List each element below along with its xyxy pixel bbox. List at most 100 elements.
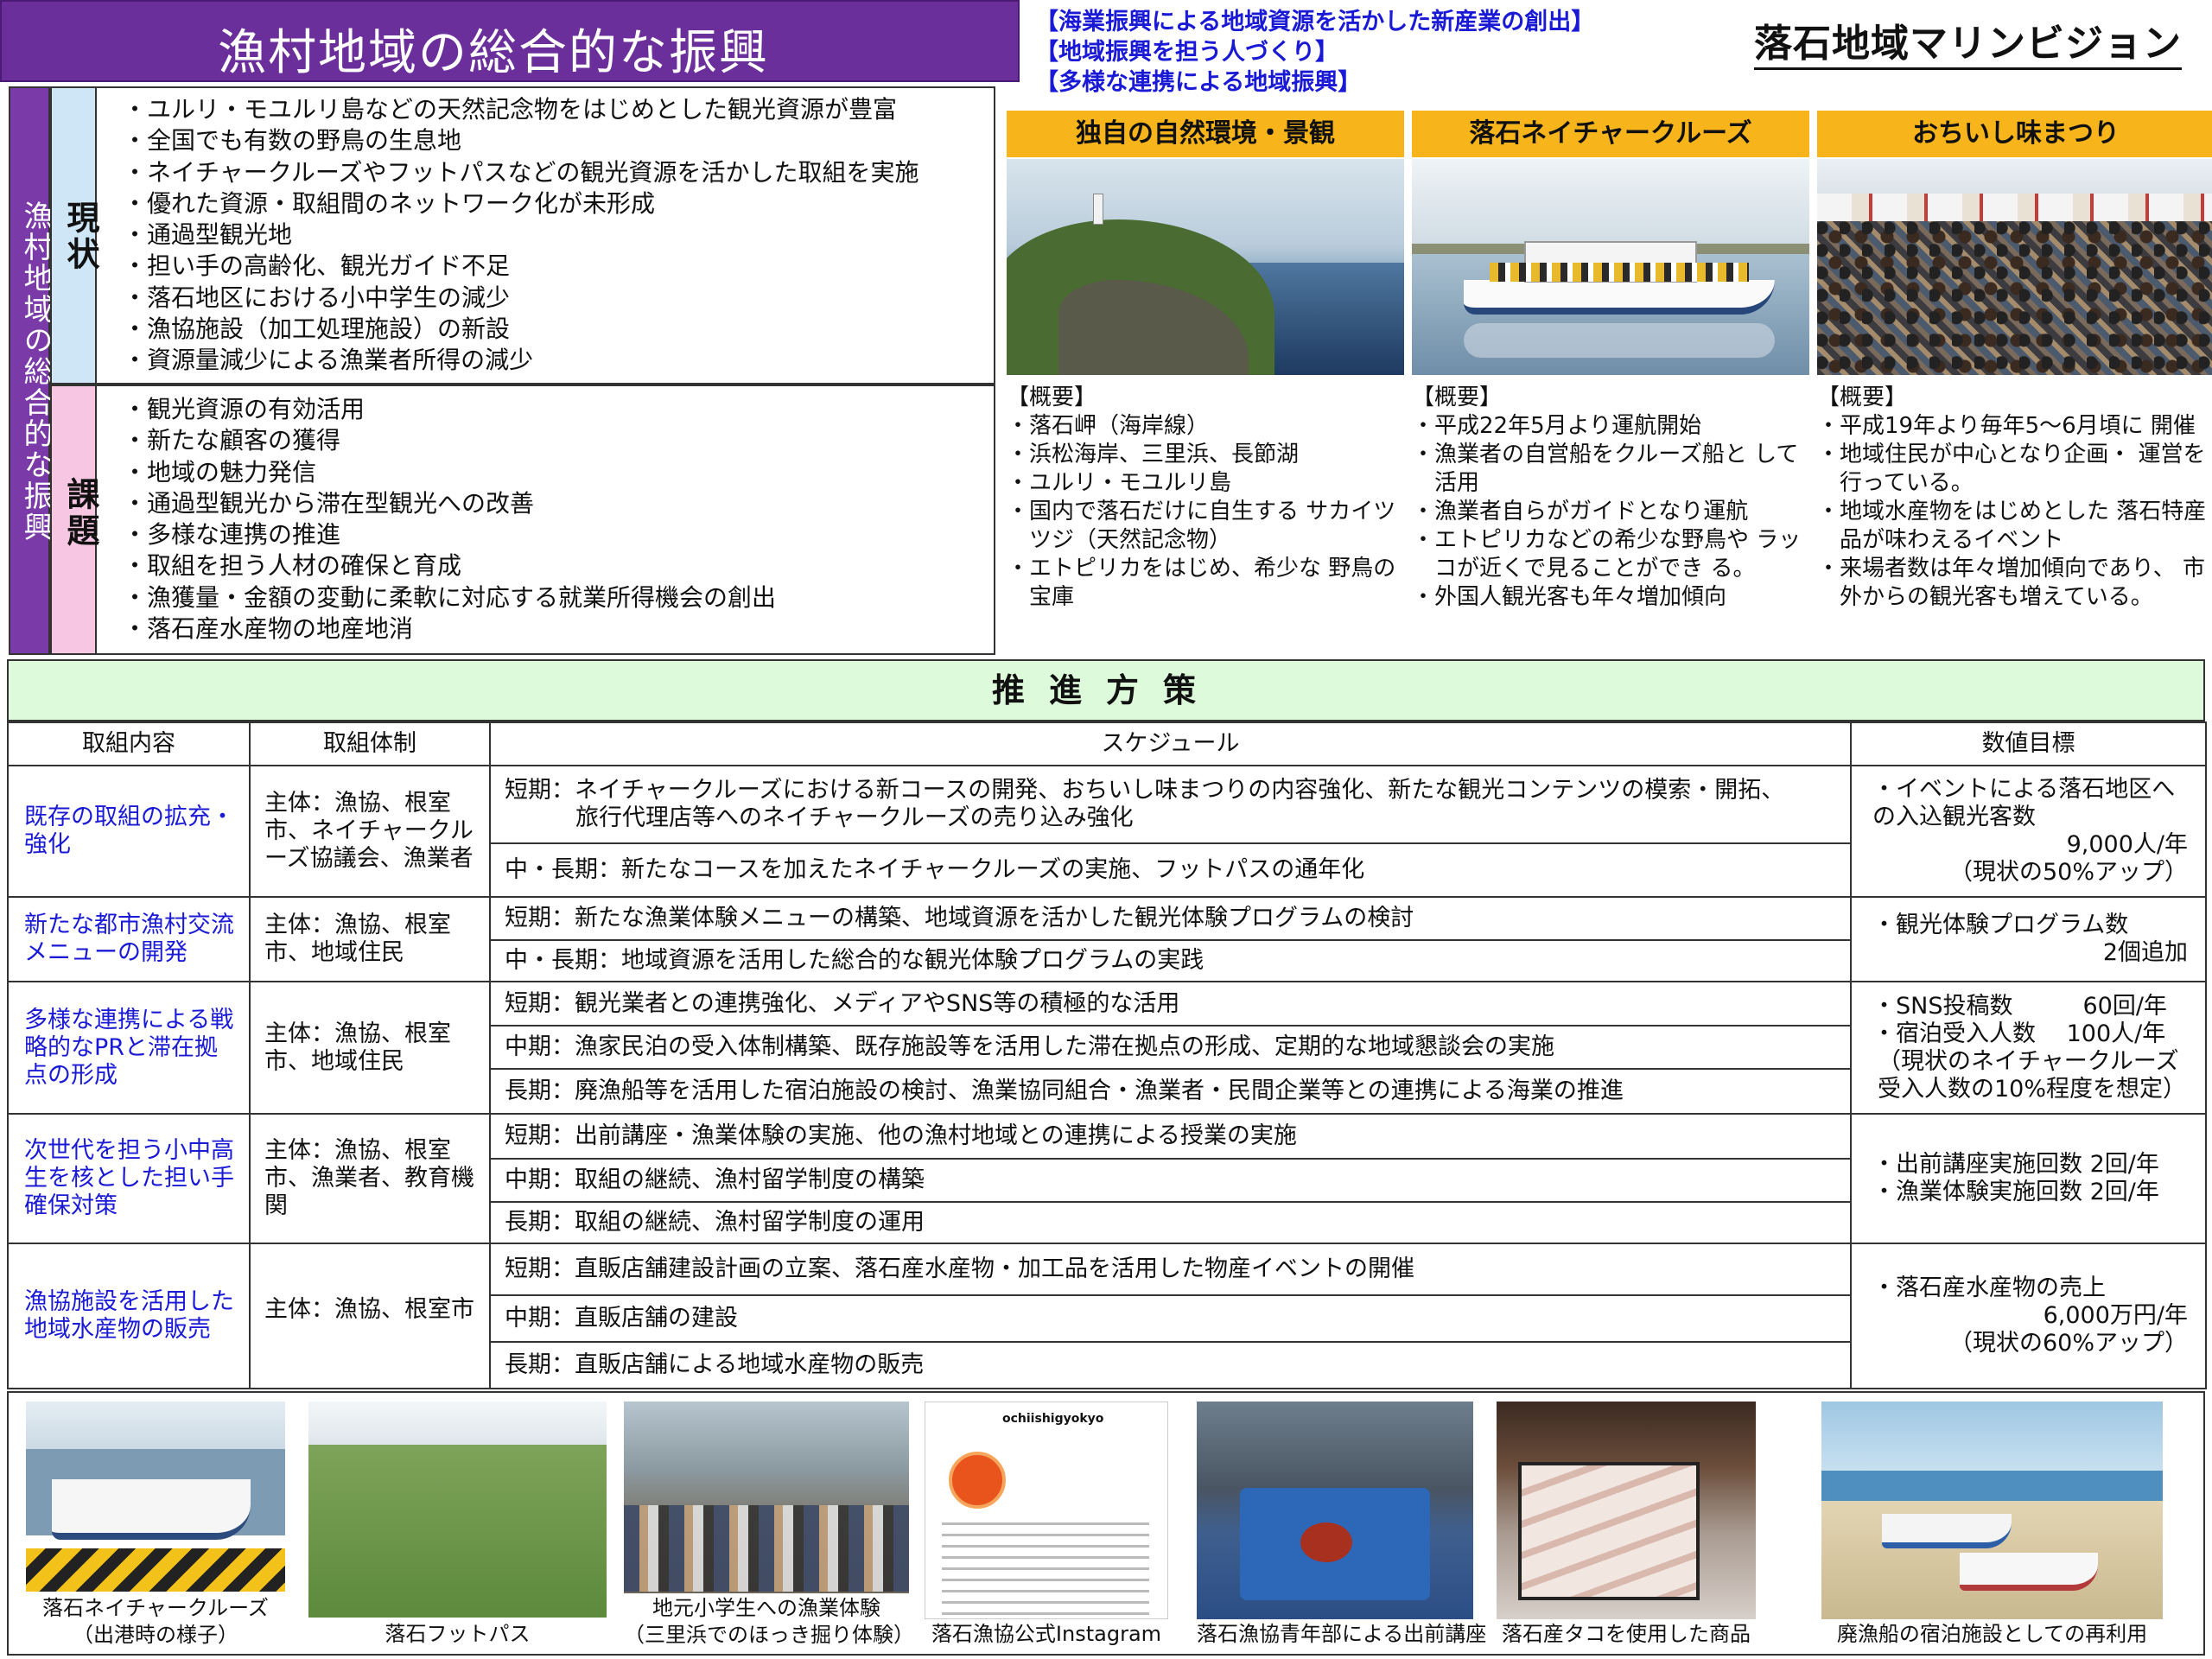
kadai-item: ・漁獲量・金額の変動に柔軟に対応する就業所得機会の創出 <box>123 582 777 612</box>
schedule-cell: 短期：新たな漁業体験メニューの構築、地域資源を活かした観光体験プログラムの検討 <box>489 896 1852 941</box>
column-header: 数値目標 <box>1850 721 2207 766</box>
overview-item: ・平成19年より毎年5～6月頃に 開催 <box>1817 413 2196 439</box>
schedule-cell: 長期：廃漁船等を活用した宿泊施設の検討、漁業協同組合・漁業者・民間企業等との連携… <box>489 1068 1852 1115</box>
schedule-cell: 中期：漁家民泊の受入体制構築、既存施設等を活用した滞在拠点の形成、定期的な地域懇… <box>489 1025 1852 1070</box>
target-line: （現状の60%アップ） <box>1948 1330 2188 1357</box>
genjo-item: ・漁協施設（加工処理施設）の新設 <box>123 315 511 344</box>
kadai-item: ・通過型観光から滞在型観光への改善 <box>123 488 535 518</box>
schedule-cell: 中期：直販店舗の建設 <box>489 1294 1852 1343</box>
promotion-title: 推進方策 <box>7 659 2205 721</box>
overview-label: 【概要】 <box>1412 385 1503 410</box>
overview-item: ・外国人観光客も年々増加傾向 <box>1412 584 1727 610</box>
gallery-item: 落石産タコを使用した商品 <box>1497 1402 1756 1646</box>
kadai-list: ・観光資源の有効活用 ・新たな顧客の獲得 ・地域の魅力発信 ・通過型観光から滞在… <box>97 385 995 655</box>
target-cell: ・イベントによる落石地区への入込観光客数 9,000人/年 （現状の50%アップ… <box>1850 765 2207 898</box>
row-content: 既存の取組の拡充・強化 <box>7 765 251 898</box>
overview-item: ・浜松海岸、三里浜、長節湖 <box>1007 442 1300 467</box>
gallery-item: 地元小学生への漁業体験 （三里浜でのほっき掘り体験） <box>624 1402 914 1647</box>
gallery-caption: 落石産タコを使用した商品 <box>1502 1622 1751 1646</box>
schedule-text: 新たなコースを加えたネイチャークルーズの実施、フットパスの通年化 <box>621 856 1365 883</box>
octopus-product-photo <box>1497 1402 1756 1619</box>
schedule-text: 直販店舗による地域水産物の販売 <box>575 1351 925 1378</box>
schedule-text: ネイチャークルーズにおける新コースの開発、おちいし味まつりの内容強化、新たな観光… <box>575 777 1785 804</box>
gallery-item: ochiishigyokyo 落石漁協公式Instagram <box>925 1402 1168 1646</box>
target-line: ・SNS投稿数 60回/年 <box>1872 992 2167 1020</box>
kadai-item: ・観光資源の有効活用 <box>123 395 365 423</box>
kadai-item: ・落石産水産物の地産地消 <box>123 614 414 644</box>
footpath-photo <box>308 1402 607 1619</box>
instagram-screenshot: ochiishigyokyo <box>925 1402 1168 1619</box>
target-line: 6,000万円/年 <box>2043 1302 2188 1329</box>
feature-festival: おちいし味まつり 【概要】 ・平成19年より毎年5～6月頃に 開催 ・地域住民が… <box>1817 111 2212 612</box>
ship-lodging-illustration <box>1821 1402 2163 1619</box>
kadai-item: ・地域の魅力発信 <box>123 457 317 486</box>
row-body: 主体：漁協、根室市 <box>249 1243 491 1389</box>
feature-nature: 独自の自然環境・景観 【概要】 ・落石岬（海岸線） ・浜松海岸、三里浜、長節湖 … <box>1007 111 1404 612</box>
genjo-item: ・資源量減少による漁業者所得の減少 <box>123 346 534 375</box>
theme-line: 【多様な連携による地域振興】 <box>1035 69 1362 96</box>
instagram-account: ochiishigyokyo <box>1002 1412 1104 1426</box>
overview-label: 【概要】 <box>1817 385 1908 410</box>
target-line: ・落石産水産物の売上 <box>1872 1274 2106 1301</box>
schedule-text: 直販店舗の建設 <box>575 1305 738 1332</box>
theme-line: 【地域振興を担う人づくり】 <box>1035 39 1338 66</box>
cliff-photo <box>1007 159 1404 375</box>
row-content: 多様な連携による戦略的なPRと滞在拠点の形成 <box>7 981 251 1115</box>
gallery-caption: 廃漁船の宿泊施設としての再利用 <box>1836 1622 2148 1646</box>
target-line: ・漁業体験実施回数 2回/年 <box>1872 1179 2159 1205</box>
overview-item: ・エトピリカなどの希少な野鳥や ラッコが近くで見ることができ る。 <box>1412 527 1802 582</box>
overview-item: ・漁業者自らがガイドとなり運航 <box>1412 499 1749 524</box>
target-line: （現状のネイチャークルーズ受入人数の10%程度を想定） <box>1878 1047 2187 1103</box>
title-banner: 漁村地域の総合的な振興 <box>0 0 1020 82</box>
gallery-caption: （出港時の様子） <box>73 1623 238 1647</box>
target-line: 2個追加 <box>2102 939 2188 966</box>
overview-item: ・地域住民が中心となり企画・ 運営を行っている。 <box>1817 442 2206 496</box>
schedule-cell: 中・長期：新たなコースを加えたネイチャークルーズの実施、フットパスの通年化 <box>489 842 1852 898</box>
schedule-term: 中期： <box>505 1033 575 1060</box>
gallery-caption: 落石漁協公式Instagram <box>931 1622 1162 1646</box>
schedule-term: 短期： <box>505 905 575 931</box>
row-body: 主体：漁協、根室市、地域住民 <box>249 981 491 1115</box>
schedule-term: 長期： <box>505 1077 575 1104</box>
row-content: 新たな都市漁村交流メニューの開発 <box>7 896 251 982</box>
schedule-cell: 長期：取組の継続、漁村留学制度の運用 <box>489 1201 1852 1244</box>
target-cell: ・出前講座実施回数 2回/年 ・漁業体験実施回数 2回/年 <box>1850 1113 2207 1244</box>
genjo-item: ・優れた資源・取組間のネットワーク化が未形成 <box>123 188 656 218</box>
gallery-caption: 落石漁協青年部による出前講座 <box>1197 1622 1487 1646</box>
schedule-term: 中・長期： <box>505 947 621 974</box>
gallery-item: 廃漁船の宿泊施設としての再利用 <box>1821 1402 2163 1646</box>
gallery-caption: （三里浜でのほっき掘り体験） <box>624 1623 914 1647</box>
kadai-item: ・新たな顧客の獲得 <box>123 426 341 455</box>
schedule-term: 中・長期： <box>505 856 621 883</box>
column-header: スケジュール <box>489 721 1852 766</box>
schedule-text: 廃漁船等を活用した宿泊施設の検討、漁業協同組合・漁業者・民間企業等との連携による… <box>575 1077 1624 1104</box>
schedule-term: 短期： <box>505 777 575 804</box>
schedule-text: 直販店舗建設計画の立案、落石産水産物・加工品を活用した物産イベントの開催 <box>575 1255 1414 1282</box>
gallery-item: 落石フットパス <box>308 1402 607 1646</box>
row-body: 主体：漁協、根室市、漁業者、教育機関 <box>249 1113 491 1244</box>
schedule-text: 旅行代理店等へのネイチャークルーズの売り込み強化 <box>575 804 1134 831</box>
genjo-item: ・通過型観光地 <box>123 220 293 250</box>
overview-item: ・国内で落石だけに自生する サカイツツジ（天然記念物） <box>1007 499 1396 553</box>
schedule-term: 中期： <box>505 1305 575 1332</box>
schedule-text: 漁家民泊の受入体制構築、既存施設等を活用した滞在拠点の形成、定期的な地域懇談会の… <box>575 1033 1554 1060</box>
overview-item: ・落石岬（海岸線） <box>1007 413 1210 439</box>
schedule-term: 長期： <box>505 1351 575 1378</box>
overview-label: 【概要】 <box>1007 385 1097 410</box>
gallery-caption: 地元小学生への漁業体験 <box>652 1596 880 1620</box>
schedule-text: 地域資源を活用した総合的な観光体験プログラムの実践 <box>621 947 1205 974</box>
genjo-item: ・落石地区における小中学生の減少 <box>123 283 511 312</box>
promotion-table: 取組内容 取組体制 スケジュール 数値目標 既存の取組の拡充・強化 主体：漁協、… <box>7 721 2207 1389</box>
target-line: ・観光体験プログラム数 <box>1872 912 2129 938</box>
target-line: 9,000人/年 <box>2066 831 2188 858</box>
target-cell: ・観光体験プログラム数 2個追加 <box>1850 896 2207 982</box>
overview-item: ・来場者数は年々増加傾向であり、 市外からの観光客も増えている。 <box>1817 556 2205 610</box>
genjo-item: ・ユルリ・モユルリ島などの天然記念物をはじめとした観光資源が豊富 <box>123 95 898 124</box>
kadai-item: ・多様な連携の推進 <box>123 520 341 550</box>
themes-list: 【海業振興による地域資源を活かした新産業の創出】 【地域振興を担う人づくり】 【… <box>1035 7 1744 98</box>
overview-item: ・エトピリカをはじめ、希少な 野鳥の宝庫 <box>1007 556 1396 610</box>
schedule-text: 新たな漁業体験メニューの構築、地域資源を活かした観光体験プログラムの検討 <box>575 905 1414 931</box>
festival-crowd-photo <box>1817 159 2212 375</box>
target-line: ・出前講座実施回数 2回/年 <box>1872 1151 2159 1178</box>
schedule-term: 中期： <box>505 1166 575 1193</box>
